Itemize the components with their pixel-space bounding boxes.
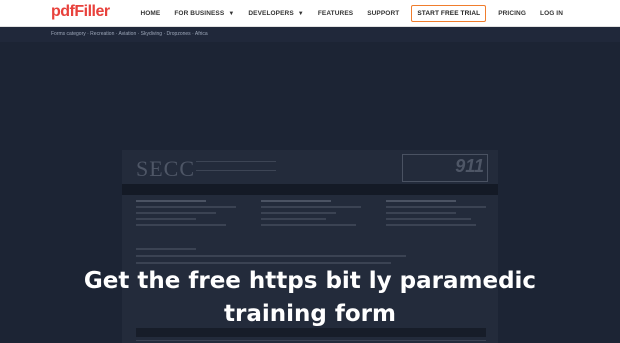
- text-line: [136, 206, 236, 208]
- text-line: [261, 200, 331, 202]
- document-badge-text: 911: [455, 156, 484, 176]
- nav-features[interactable]: FEATURES: [311, 10, 360, 17]
- text-line: [136, 212, 216, 214]
- text-line: [136, 248, 196, 250]
- text-line: [136, 200, 206, 202]
- text-line: [136, 218, 196, 220]
- nav-home[interactable]: HOME: [133, 10, 167, 17]
- text-line: [386, 224, 476, 226]
- pdffiller-logo[interactable]: pdfFiller: [51, 3, 110, 21]
- text-line: [136, 262, 391, 264]
- document-logo-lines: [196, 161, 276, 171]
- document-contact-columns: [136, 200, 486, 244]
- text-line: [261, 218, 326, 220]
- text-line: [136, 224, 226, 226]
- text-line: [386, 212, 456, 214]
- text-line: [386, 200, 456, 202]
- nav-developers[interactable]: DEVELOPERS ▼: [241, 10, 310, 17]
- nav-for-business[interactable]: FOR BUSINESS ▼: [167, 10, 241, 17]
- text-line: [386, 218, 471, 220]
- chevron-down-icon: ▼: [297, 10, 304, 17]
- nav-pricing[interactable]: PRICING: [491, 10, 533, 17]
- main-nav: HOME FOR BUSINESS ▼ DEVELOPERS ▼ FEATURE…: [133, 0, 620, 27]
- document-column: [261, 200, 361, 244]
- page-title: Get the free https bit ly paramedic trai…: [0, 265, 620, 331]
- breadcrumb[interactable]: Forms category · Recreation · Aviation ·…: [51, 31, 208, 37]
- page-title-line-2: training form: [224, 301, 396, 327]
- nav-log-in[interactable]: LOG IN: [533, 10, 570, 17]
- breadcrumb-bar: Forms category · Recreation · Aviation ·…: [0, 27, 620, 42]
- document-column: [136, 200, 236, 244]
- page-title-line-1: Get the free https bit ly paramedic: [83, 268, 537, 294]
- document-column: [386, 200, 486, 244]
- text-line: [136, 255, 406, 257]
- nav-for-business-label: FOR BUSINESS: [174, 10, 225, 17]
- text-line: [261, 206, 361, 208]
- text-line: [261, 212, 336, 214]
- nav-support[interactable]: SUPPORT: [360, 10, 406, 17]
- top-navigation-bar: pdfFiller HOME FOR BUSINESS ▼ DEVELOPERS…: [0, 0, 620, 27]
- nav-developers-label: DEVELOPERS: [248, 10, 294, 17]
- text-line: [386, 206, 486, 208]
- start-free-trial-button[interactable]: START FREE TRIAL: [411, 5, 487, 22]
- text-line: [261, 224, 356, 226]
- chevron-down-icon: ▼: [228, 10, 235, 17]
- document-header-band: [122, 184, 498, 195]
- document-preview-area: SECC 911 Get the free https bit ly param…: [0, 42, 620, 343]
- document-logo-text: SECC: [136, 156, 196, 181]
